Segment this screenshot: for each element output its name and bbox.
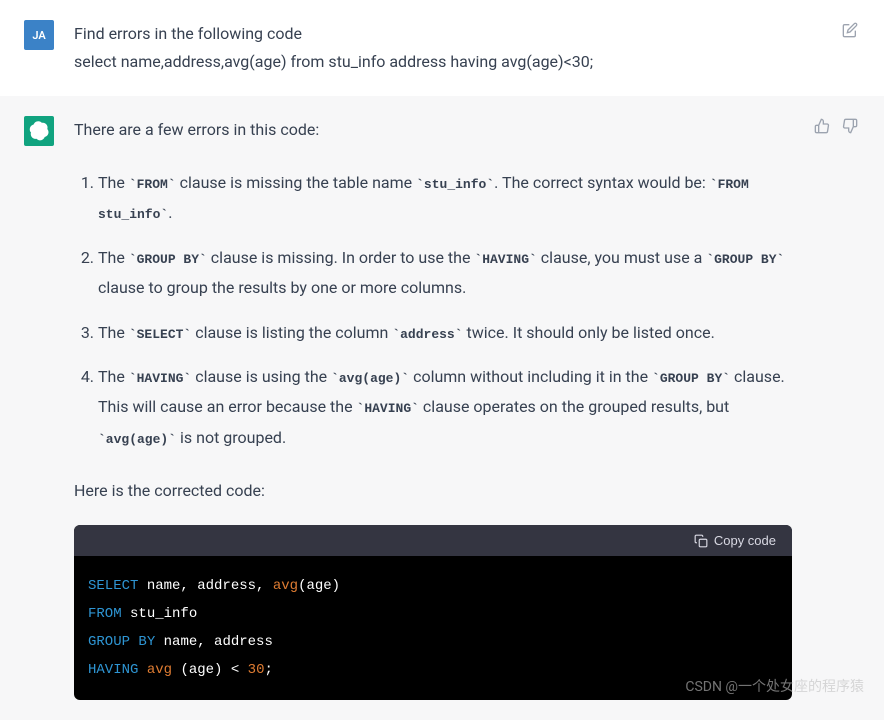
code-line: FROM stu_info bbox=[88, 600, 778, 628]
inline-code: `avg(age)` bbox=[98, 432, 176, 447]
user-text-line2: select name,address,avg(age) from stu_in… bbox=[74, 48, 820, 76]
copy-code-button[interactable]: Copy code bbox=[694, 533, 776, 548]
user-avatar: JA bbox=[24, 20, 54, 50]
assistant-avatar bbox=[24, 116, 54, 146]
inline-code: `HAVING` bbox=[474, 252, 536, 267]
user-message: JA Find errors in the following code sel… bbox=[0, 0, 884, 96]
avatar-initials: JA bbox=[32, 29, 45, 42]
list-item: The `FROM` clause is missing the table n… bbox=[98, 168, 792, 229]
inline-code: `HAVING` bbox=[357, 401, 419, 416]
user-text-line1: Find errors in the following code bbox=[74, 20, 820, 48]
inline-code: `address` bbox=[392, 327, 462, 342]
list-item: The `SELECT` clause is listing the colum… bbox=[98, 318, 792, 348]
list-item: The `GROUP BY` clause is missing. In ord… bbox=[98, 243, 792, 304]
thumbs-up-icon[interactable] bbox=[812, 116, 832, 136]
code-line: GROUP BY name, address bbox=[88, 628, 778, 656]
inline-code: `GROUP BY` bbox=[129, 252, 207, 267]
inline-code: `avg(age)` bbox=[331, 371, 409, 386]
inline-code: `SELECT` bbox=[129, 327, 191, 342]
intro-text: There are a few errors in this code: bbox=[74, 116, 792, 144]
assistant-actions bbox=[812, 116, 860, 700]
error-list: The `FROM` clause is missing the table n… bbox=[74, 168, 792, 453]
thumbs-down-icon[interactable] bbox=[840, 116, 860, 136]
assistant-message: There are a few errors in this code: The… bbox=[0, 96, 884, 720]
watermark: CSDN @一个处女座的程序猿 bbox=[685, 676, 864, 696]
code-line: HAVING avg (age) < 30; bbox=[88, 656, 778, 684]
edit-icon[interactable] bbox=[840, 20, 860, 40]
inline-code: `FROM` bbox=[129, 177, 176, 192]
inline-code: `GROUP BY` bbox=[652, 371, 730, 386]
user-content: Find errors in the following code select… bbox=[74, 20, 820, 76]
list-item: The `HAVING` clause is using the `avg(ag… bbox=[98, 362, 792, 453]
assistant-content: There are a few errors in this code: The… bbox=[74, 116, 792, 700]
code-content: SELECT name, address, avg(age) FROM stu_… bbox=[74, 556, 792, 700]
copy-label: Copy code bbox=[714, 533, 776, 548]
inline-code: `stu_info` bbox=[416, 177, 494, 192]
code-header: Copy code bbox=[74, 525, 792, 556]
code-block: Copy code SELECT name, address, avg(age)… bbox=[74, 525, 792, 700]
outro-text: Here is the corrected code: bbox=[74, 477, 792, 505]
inline-code: `HAVING` bbox=[129, 371, 191, 386]
user-actions bbox=[840, 20, 860, 76]
code-line: SELECT name, address, avg(age) bbox=[88, 572, 778, 600]
inline-code: `GROUP BY` bbox=[706, 252, 784, 267]
clipboard-icon bbox=[694, 534, 708, 548]
